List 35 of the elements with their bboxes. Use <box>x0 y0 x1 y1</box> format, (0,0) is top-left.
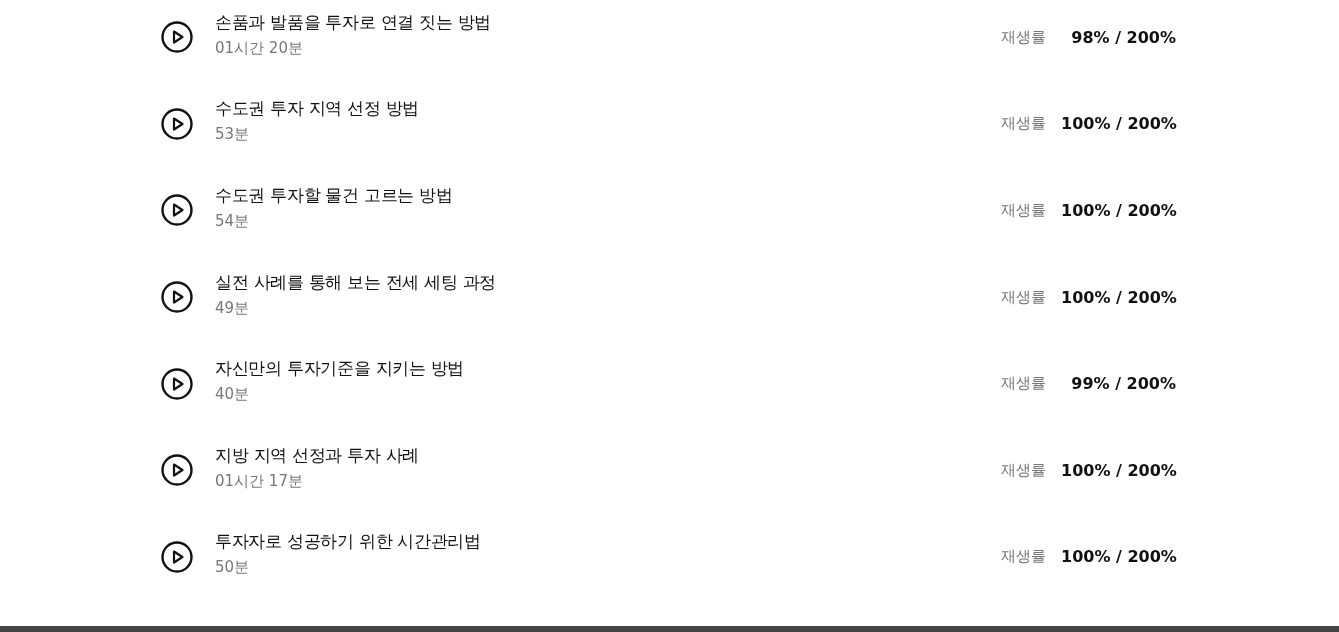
playback-rate-label: 재생률 <box>1001 114 1047 134</box>
play-icon[interactable] <box>161 107 193 140</box>
lesson-duration: 54분 <box>215 212 251 231</box>
playback-rate-label: 재생률 <box>1001 201 1047 220</box>
playback-rate: 100% / 200% <box>1061 287 1176 307</box>
playback-rate-label: 재생률 <box>1001 547 1047 567</box>
playback-rate-label: 재생률 <box>1001 460 1047 480</box>
playback-rate: 100% / 200% <box>1061 547 1176 567</box>
lesson-duration: 01시간 17분 <box>215 471 304 491</box>
play-icon[interactable] <box>161 194 193 227</box>
lesson-duration: 01시간 20분 <box>215 38 304 58</box>
play-icon[interactable] <box>161 281 193 314</box>
lesson-title[interactable]: 투자자로 성공하기 위한 시간관리법 <box>215 530 1001 554</box>
playback-rate-label: 재생률 <box>1001 27 1047 47</box>
lesson-title[interactable]: 자신만의 투자기준을 지키는 방법 <box>215 357 1001 381</box>
lesson-duration: 53분 <box>215 125 251 145</box>
lesson-duration: 49분 <box>215 298 251 318</box>
playback-rate: 100% / 200% <box>1061 460 1176 480</box>
play-icon[interactable] <box>161 367 193 400</box>
lesson-duration: 40분 <box>215 385 251 405</box>
lesson-duration: 50분 <box>215 558 251 578</box>
lesson-title[interactable]: 손품과 발품을 투자로 연결 짓는 방법 <box>215 10 1001 34</box>
playback-rate-label: 재생률 <box>1001 374 1047 394</box>
lesson-title[interactable]: 지방 지역 선정과 투자 사례 <box>215 443 1001 467</box>
play-icon[interactable] <box>161 454 193 487</box>
playback-rate: 99% / 200% <box>1070 374 1176 394</box>
play-icon[interactable] <box>161 540 193 573</box>
lesson-title[interactable]: 수도권 투자할 물건 고르는 방법 <box>215 184 1001 207</box>
lesson-title[interactable]: 실전 사례를 통해 보는 전세 세팅 과정 <box>215 270 1001 294</box>
playback-rate: 98% / 200% <box>1070 27 1176 47</box>
playback-rate: 100% / 200% <box>1061 114 1176 134</box>
playback-rate-label: 재생률 <box>1001 287 1047 307</box>
playback-rate: 100% / 200% <box>1061 201 1176 220</box>
lesson-title[interactable]: 수도권 투자 지역 선정 방법 <box>215 97 1001 121</box>
play-icon[interactable] <box>161 21 193 54</box>
